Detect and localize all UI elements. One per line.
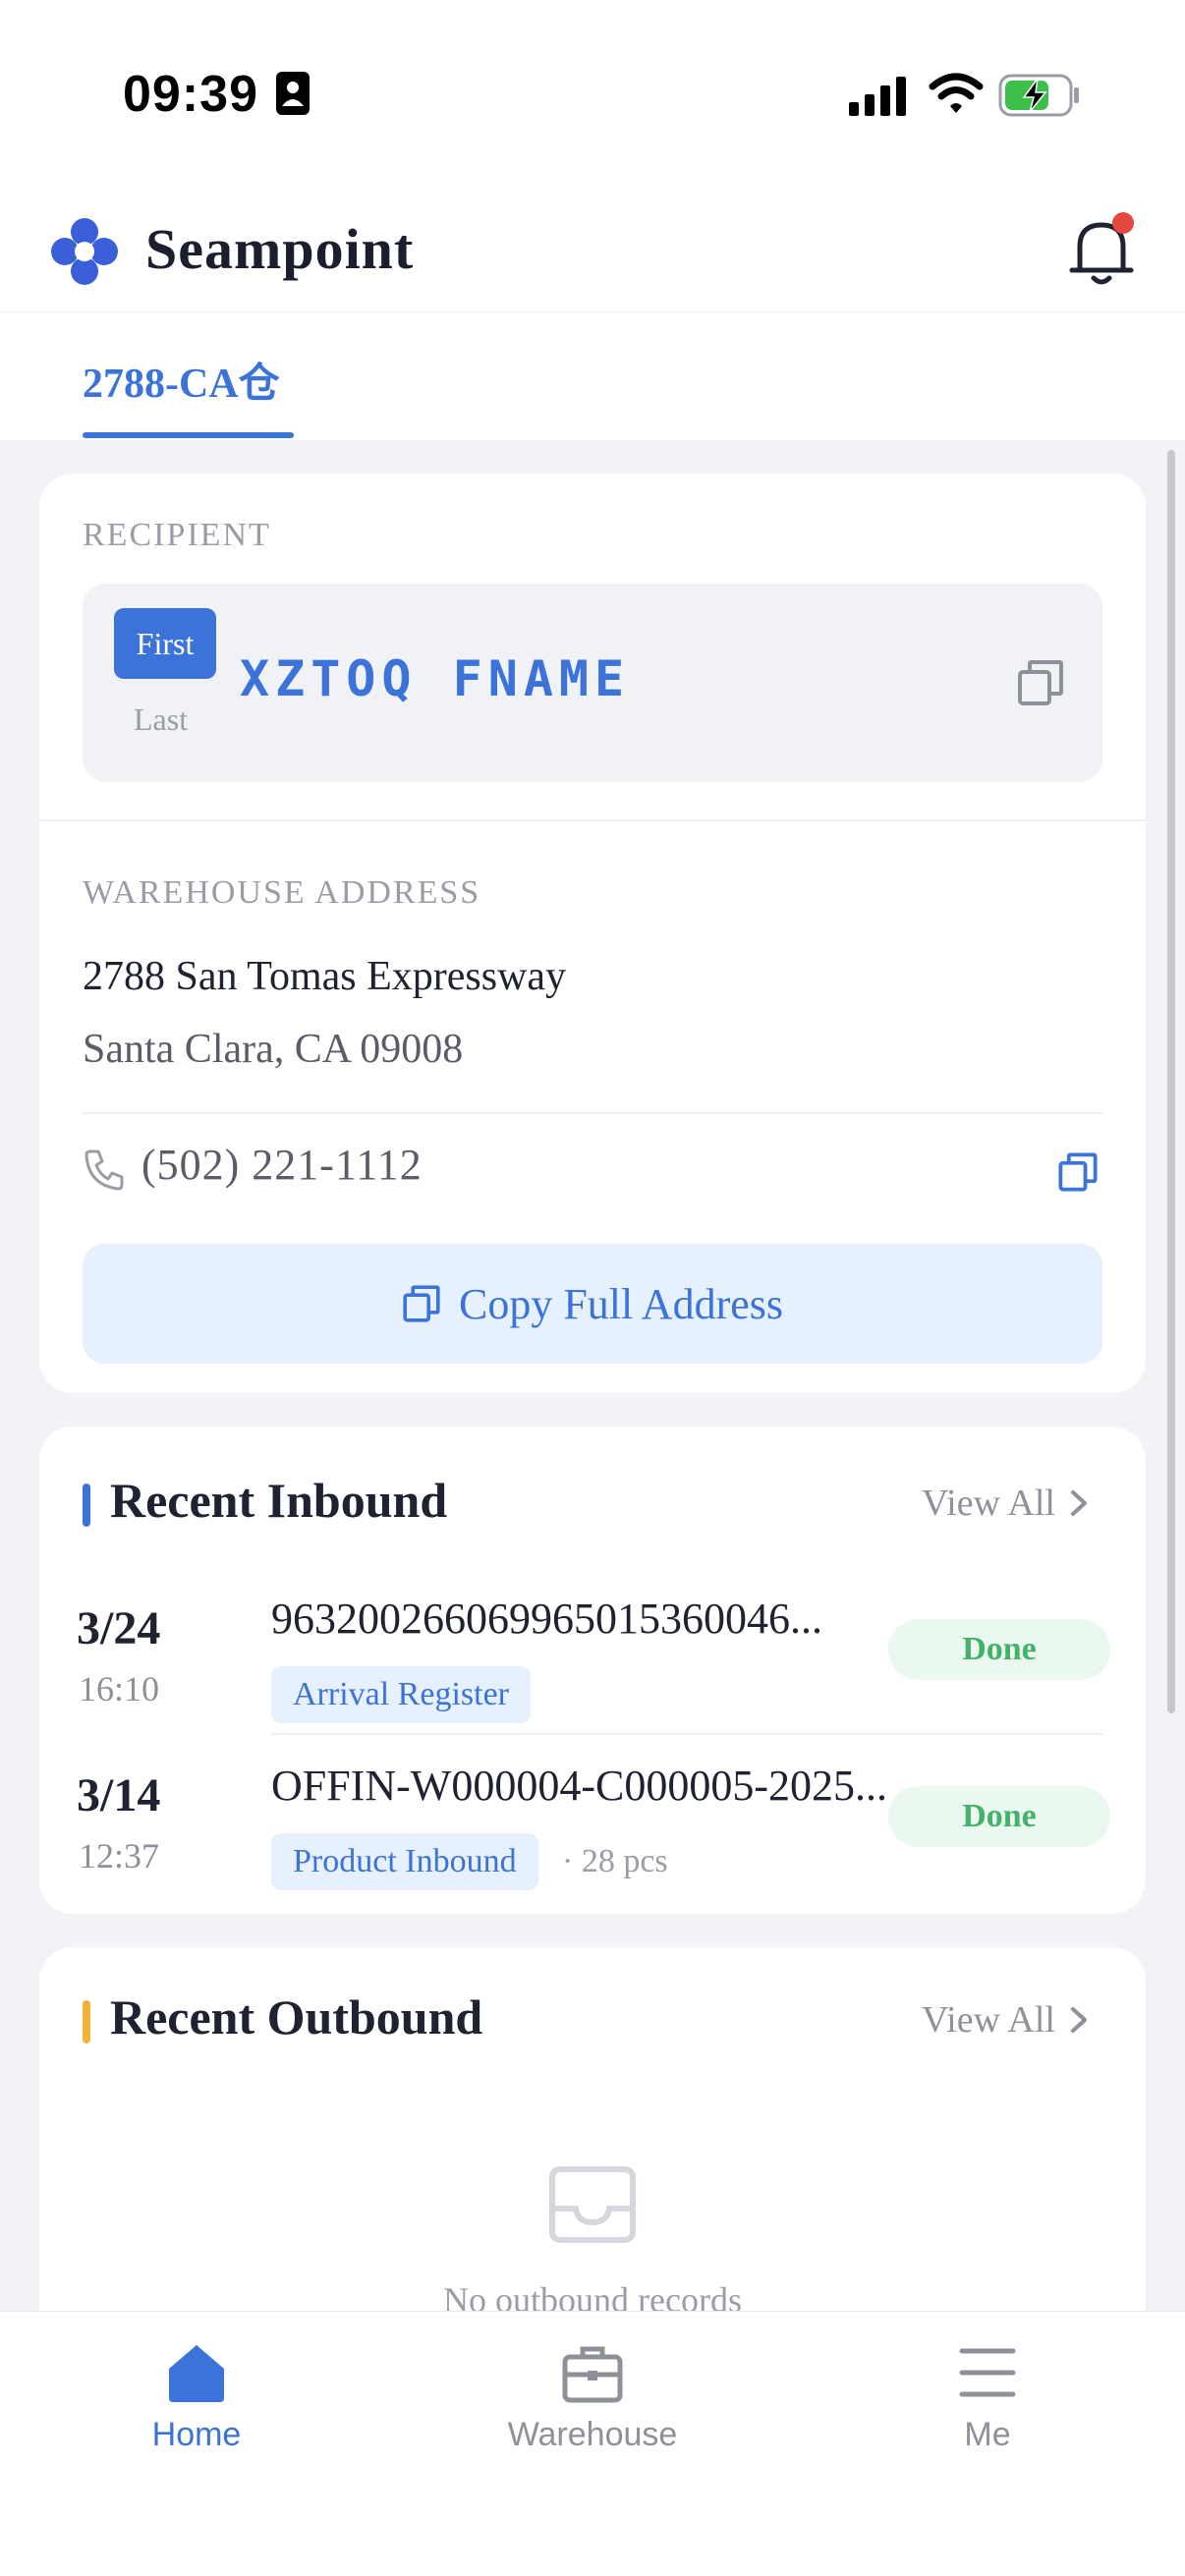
row-order-code: OFFIN-W000004-C000005-2025... (271, 1762, 887, 1810)
briefcase-icon (562, 2346, 623, 2403)
warehouse-address-label: WAREHOUSE ADDRESS (83, 874, 481, 911)
nav-home[interactable]: Home (79, 2341, 314, 2459)
notification-dot (1112, 212, 1134, 234)
tab-warehouse-2788-ca[interactable]: 2788-CA仓 (83, 350, 280, 410)
status-badge: Done (888, 1786, 1110, 1847)
address-card: RECIPIENT First Last XZTOQ FNAME WAREHOU… (39, 474, 1146, 1393)
copy-phone-icon[interactable] (1057, 1151, 1099, 1193)
recent-outbound-title: Recent Outbound (110, 1989, 483, 2044)
phone-number: (502) 221-1112 (141, 1141, 423, 1189)
copy-full-address-label: Copy Full Address (458, 1279, 784, 1328)
recipient-label: RECIPIENT (83, 517, 271, 553)
inbound-row[interactable]: 3/14 12:37 OFFIN-W000004-C000005-2025...… (39, 1759, 1146, 1926)
nav-warehouse[interactable]: Warehouse (475, 2341, 710, 2459)
view-all-label: View All (922, 1483, 1055, 1524)
nav-home-label: Home (151, 2416, 242, 2453)
row-time: 16:10 (79, 1669, 160, 1708)
tab-active-indicator (83, 432, 294, 438)
view-all-label: View All (922, 1999, 1055, 2041)
divider (39, 819, 1146, 821)
signal-icon (849, 77, 906, 116)
id-card-icon (276, 72, 310, 115)
menu-icon (959, 2348, 1016, 2397)
inbound-section-bar (83, 1484, 90, 1527)
nav-me[interactable]: Me (870, 2341, 1105, 2459)
row-time: 12:37 (79, 1836, 160, 1876)
last-name-label: Last (134, 701, 189, 737)
phone-icon (85, 1149, 124, 1191)
address-line-2: Santa Clara, CA 09008 (83, 1027, 464, 1072)
status-time: 09:39 (123, 66, 258, 123)
row-date: 3/24 (77, 1602, 161, 1654)
warehouse-tab-bar: 2788-CA仓 (0, 312, 1185, 440)
chevron-right-icon (1071, 1490, 1087, 1516)
row-type-tag: Product Inbound (271, 1833, 538, 1890)
recent-inbound-title: Recent Inbound (110, 1473, 448, 1528)
recipient-name: XZTOQ FNAME (240, 650, 631, 707)
first-name-badge: First (114, 608, 216, 679)
scroll-indicator[interactable] (1167, 450, 1175, 1713)
recent-inbound-card: Recent Inbound View All 3/24 16:10 96320… (39, 1427, 1146, 1914)
outbound-view-all-link[interactable]: View All (922, 1998, 1091, 2042)
nav-me-label: Me (964, 2416, 1011, 2453)
wifi-icon (929, 73, 984, 113)
inbound-view-all-link[interactable]: View All (922, 1482, 1091, 1525)
seampoint-logo-icon (51, 218, 118, 285)
app-header: Seampoint (0, 187, 1185, 312)
nav-warehouse-label: Warehouse (507, 2416, 678, 2453)
bell-icon[interactable] (1066, 211, 1137, 290)
app-name: Seampoint (145, 217, 415, 281)
home-icon (169, 2345, 224, 2402)
row-date: 3/14 (77, 1769, 161, 1821)
address-line-1: 2788 San Tomas Expressway (83, 954, 567, 999)
recipient-box: First Last XZTOQ FNAME (83, 584, 1102, 782)
outbound-section-bar (83, 2000, 90, 2044)
divider (83, 1112, 1102, 1114)
bottom-navigation: Home Warehouse Me (0, 2311, 1185, 2576)
divider (271, 1733, 1102, 1735)
battery-charging-icon (998, 74, 1079, 117)
status-badge: Done (888, 1619, 1110, 1680)
row-order-code: 963200266069965015360046... (271, 1595, 822, 1643)
chevron-right-icon (1071, 2007, 1087, 2033)
copy-recipient-icon[interactable] (1016, 658, 1065, 707)
row-quantity: · 28 pcs (562, 1843, 668, 1879)
row-type-tag: Arrival Register (271, 1666, 531, 1723)
inbox-empty-icon (549, 2166, 636, 2243)
status-bar: 09:39 (0, 0, 1185, 187)
copy-full-address-button[interactable]: Copy Full Address (83, 1244, 1102, 1364)
copy-icon (403, 1285, 440, 1322)
